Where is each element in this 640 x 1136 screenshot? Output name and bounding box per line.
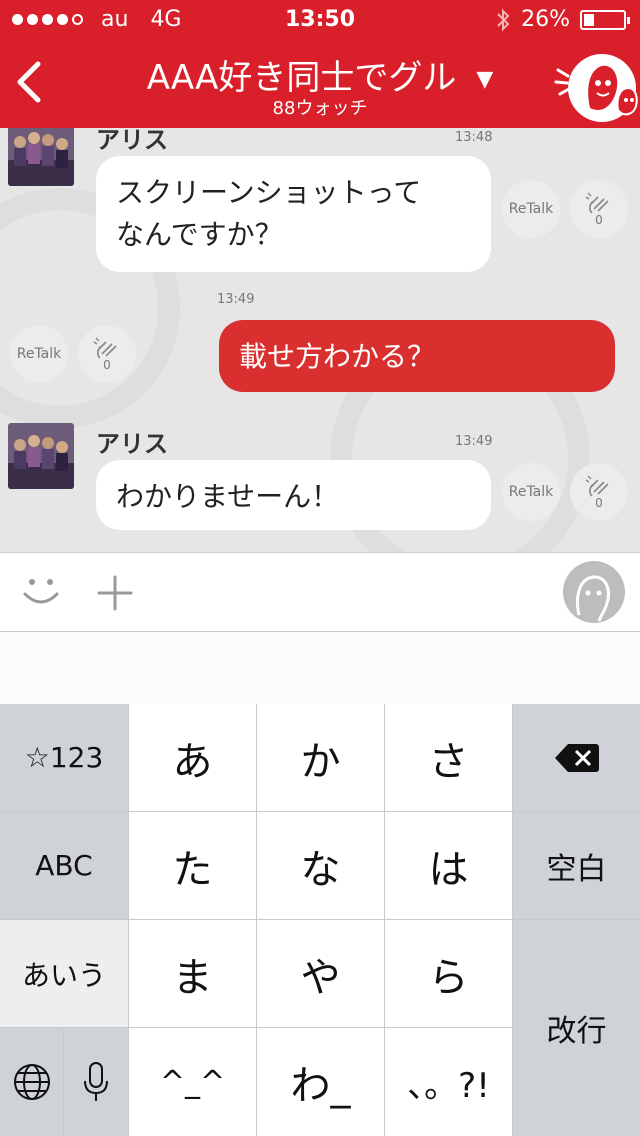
message-bubble[interactable]: スクリーンショットって なんですか？	[96, 156, 491, 272]
globe-key[interactable]	[0, 1028, 63, 1136]
smiley-icon[interactable]	[22, 576, 60, 608]
abc-mode-key[interactable]: ABC	[0, 812, 128, 919]
mascot-menu-icon[interactable]	[550, 48, 640, 128]
message-text: スクリーンショットって	[116, 176, 422, 209]
kana-key[interactable]: た	[129, 812, 256, 919]
message-bubble[interactable]: わかりませーん！	[96, 460, 491, 530]
kana-mode-key[interactable]: あいう	[0, 920, 128, 1027]
clap-button[interactable]: 0	[570, 463, 628, 521]
wa-key[interactable]: わ_	[257, 1028, 384, 1136]
clap-icon	[585, 475, 609, 497]
kana-key[interactable]: か	[257, 704, 384, 811]
kana-key[interactable]: は	[385, 812, 512, 919]
sender-name: アリス	[96, 430, 168, 458]
clap-icon	[585, 192, 609, 214]
clap-button[interactable]: 0	[570, 180, 628, 238]
message-time: 13:49	[217, 292, 255, 307]
retalk-button[interactable]: ReTalk	[10, 325, 68, 383]
backspace-icon	[554, 743, 599, 772]
retalk-button[interactable]: ReTalk	[502, 180, 560, 238]
clap-count: 0	[595, 213, 603, 227]
message-text: 載せ方わかる？	[239, 340, 436, 373]
profile-icon[interactable]	[563, 561, 625, 623]
watch-count: 88ウォッチ	[272, 98, 368, 119]
sender-name: アリス	[96, 128, 168, 154]
battery-icon	[580, 9, 630, 30]
chevron-down-icon[interactable]: ▼	[476, 67, 493, 92]
avatar[interactable]	[8, 128, 74, 186]
kana-key[interactable]: ま	[129, 920, 256, 1027]
kana-key[interactable]: ら	[385, 920, 512, 1027]
chat-area[interactable]: アリス 13:48 スクリーンショットって なんですか？ ReTalk 0 13…	[0, 128, 640, 552]
emoticon-key[interactable]: ^_^	[129, 1028, 256, 1136]
message-bubble[interactable]: 載せ方わかる？	[219, 320, 615, 392]
kana-key[interactable]: あ	[129, 704, 256, 811]
kana-key[interactable]: な	[257, 812, 384, 919]
microphone-icon	[84, 1062, 108, 1101]
symbol-mode-key[interactable]: ☆123	[0, 704, 128, 811]
kana-key[interactable]: さ	[385, 704, 512, 811]
delete-key[interactable]	[513, 704, 640, 811]
message-time: 13:48	[455, 130, 493, 145]
message-time: 13:49	[455, 434, 493, 449]
globe-icon	[13, 1064, 50, 1100]
message-input[interactable]	[0, 632, 640, 704]
return-key[interactable]: 改行	[513, 920, 640, 1136]
status-bar: au 4G 13:50 26%	[0, 0, 640, 40]
bluetooth-icon	[497, 8, 510, 31]
message-text: なんですか？	[116, 218, 283, 251]
keyboard: ☆123 あ か さ ABC た な は 空白 あいう ま や ら 改行 ^_^…	[0, 704, 640, 1136]
dictation-key[interactable]	[64, 1028, 128, 1136]
punctuation-key[interactable]: 、。?!	[385, 1028, 512, 1136]
clap-count: 0	[103, 358, 111, 372]
retalk-button[interactable]: ReTalk	[502, 463, 560, 521]
battery-percent: 26%	[521, 7, 570, 32]
group-name: AAA好き同士でグル	[146, 58, 457, 98]
clap-button[interactable]: 0	[78, 325, 136, 383]
back-icon[interactable]	[14, 60, 44, 104]
clap-icon	[93, 337, 117, 359]
kana-key[interactable]: や	[257, 920, 384, 1027]
message-text: わかりませーん！	[116, 480, 340, 513]
space-key[interactable]: 空白	[513, 812, 640, 919]
avatar[interactable]	[8, 423, 74, 489]
app-header: au 4G 13:50 26% AAA好き同士でグル ▼ 88ウォッチ	[0, 0, 640, 128]
chat-title[interactable]: AAA好き同士でグル ▼	[100, 50, 540, 99]
plus-icon[interactable]	[96, 574, 134, 612]
clap-count: 0	[595, 496, 603, 510]
